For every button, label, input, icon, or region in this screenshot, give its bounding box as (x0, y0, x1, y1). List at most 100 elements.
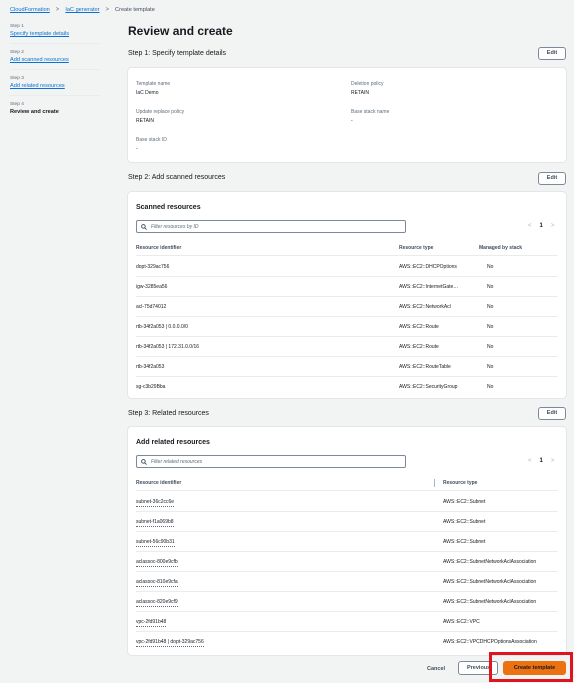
column-header-resource-type[interactable]: Resource type (443, 480, 477, 486)
base-stack-id-value: - (136, 146, 138, 152)
resource-identifier[interactable]: subnet-56c90b31 (136, 539, 175, 547)
table-row: rtb-34f2a053 | 172.31.0.0/16 AWS::EC2::R… (136, 337, 558, 357)
template-name-label: Template name (136, 81, 171, 87)
table-row: subnet-36c2cc6e AWS::EC2::Subnet (136, 492, 558, 512)
update-replace-policy-value: RETAIN (136, 118, 154, 124)
scanned-resources-panel: Scanned resources Filter resources by ID… (128, 192, 566, 398)
chevron-left-icon[interactable]: < (528, 458, 532, 464)
step2-heading: Step 2: Add scanned resources (128, 174, 226, 181)
resource-type: AWS::EC2::RouteTable (399, 364, 451, 370)
resource-identifier: igw-3285ea56 (136, 284, 168, 290)
table-row: aclassoc-800e9cfb AWS::EC2::SubnetNetwor… (136, 552, 558, 572)
table-row: vpc-2fd91b48 | dopt-329ac756 AWS::EC2::V… (136, 632, 558, 652)
wizard-step-2: Step 2 Add scanned resources (10, 50, 100, 63)
resource-identifier[interactable]: aclassoc-810e9cfa (136, 579, 178, 587)
scanned-resources-title: Scanned resources (136, 204, 201, 211)
managed-by-stack: No (487, 324, 494, 330)
resource-type: AWS::EC2::NetworkAcl (399, 304, 451, 310)
resource-type: AWS::EC2::Route (399, 344, 439, 350)
resource-identifier[interactable]: subnet-36c2cc6e (136, 499, 175, 507)
breadcrumb: CloudFormation > IaC generator > Create … (10, 6, 155, 14)
resource-identifier: rtb-34f2a053 | 0.0.0.0/0 (136, 324, 188, 330)
resource-identifier[interactable]: vpc-2fd91b48 (136, 619, 167, 627)
managed-by-stack: No (487, 264, 494, 270)
table-row: subnet-56c90b31 AWS::EC2::Subnet (136, 532, 558, 552)
table-row: aclassoc-820e9cf9 AWS::EC2::SubnetNetwor… (136, 592, 558, 612)
deletion-policy-label: Deletion policy (351, 81, 384, 87)
breadcrumb-current: Create template (115, 7, 155, 13)
wizard-step-4: Step 4 Review and create (10, 102, 100, 115)
managed-by-stack: No (487, 344, 494, 350)
base-stack-name-value: - (351, 118, 353, 124)
step-link-add-scanned[interactable]: Add scanned resources (10, 57, 69, 63)
resource-type: AWS::EC2::VPC (443, 619, 480, 625)
resource-type: AWS::EC2::VPCDHCPOptionsAssociation (443, 639, 537, 645)
managed-by-stack: No (487, 384, 494, 390)
search-icon (141, 223, 147, 230)
deletion-policy-value: RETAIN (351, 90, 369, 96)
table-row: rtb-34f2a053 | 0.0.0.0/0 AWS::EC2::Route… (136, 317, 558, 337)
chevron-right-icon[interactable]: > (551, 223, 555, 229)
chevron-right-icon: > (55, 7, 60, 13)
resource-identifier: dopt-329ac756 (136, 264, 170, 270)
resource-identifier[interactable]: aclassoc-820e9cf9 (136, 599, 178, 607)
chevron-left-icon[interactable]: < (528, 223, 532, 229)
step3-edit-button[interactable]: Edit (538, 407, 566, 420)
managed-by-stack: No (487, 284, 494, 290)
page-number[interactable]: 1 (540, 223, 543, 229)
table-header: Resource identifier Resource type (136, 475, 558, 491)
scanned-resources-filter-input[interactable]: Filter resources by ID (136, 220, 406, 233)
resource-type: AWS::EC2::SubnetNetworkAclAssociation (443, 559, 537, 565)
related-resources-filter-input[interactable]: Filter related resources (136, 455, 406, 468)
table-row: aclassoc-810e9cfa AWS::EC2::SubnetNetwor… (136, 572, 558, 592)
divider (10, 95, 100, 96)
step1-heading: Step 1: Specify template details (128, 50, 227, 57)
related-resources-title: Add related resources (136, 439, 210, 446)
related-resources-panel: Add related resources Filter related res… (128, 427, 566, 655)
step-link-specify-template[interactable]: Specify template details (10, 31, 69, 37)
resource-identifier: acl-75d74012 (136, 304, 167, 310)
page-number[interactable]: 1 (540, 458, 543, 464)
divider (10, 69, 100, 70)
resource-type: AWS::EC2::Subnet (443, 499, 486, 505)
column-header-managed-by-stack[interactable]: Managed by stack (479, 245, 522, 251)
step-link-add-related[interactable]: Add related resources (10, 83, 65, 89)
filter-placeholder: Filter resources by ID (151, 223, 199, 230)
column-header-resource-identifier[interactable]: Resource identifier (136, 245, 181, 251)
cancel-button[interactable]: Cancel (427, 666, 445, 672)
breadcrumb-cloudformation[interactable]: CloudFormation (10, 7, 50, 13)
step-number: Step 2 (10, 50, 24, 55)
step1-edit-button[interactable]: Edit (538, 47, 566, 60)
update-replace-policy-label: Update replace policy (136, 109, 185, 115)
base-stack-name-label: Base stack name (351, 109, 390, 115)
step3-heading: Step 3: Related resources (128, 410, 209, 417)
managed-by-stack: No (487, 364, 494, 370)
chevron-right-icon: > (105, 7, 110, 13)
table-row: dopt-329ac756 AWS::EC2::DHCPOptions No (136, 257, 558, 277)
resource-type: AWS::EC2::InternetGate… (399, 284, 459, 290)
step2-edit-button[interactable]: Edit (538, 172, 566, 185)
resource-identifier: rtb-34f2a053 | 172.31.0.0/16 (136, 344, 200, 350)
base-stack-id-label: Base stack ID (136, 137, 167, 143)
resource-type: AWS::EC2::SubnetNetworkAclAssociation (443, 599, 537, 605)
column-header-resource-type[interactable]: Resource type (399, 245, 433, 251)
chevron-right-icon[interactable]: > (551, 458, 555, 464)
resource-identifier[interactable]: aclassoc-800e9cfb (136, 559, 178, 567)
resource-identifier: sg-c3b29Bba (136, 384, 166, 390)
filter-placeholder: Filter related resources (151, 458, 203, 465)
resource-type: AWS::EC2::Subnet (443, 539, 486, 545)
search-icon (141, 458, 147, 465)
table-row: sg-c3b29Bba AWS::EC2::SecurityGroup No (136, 377, 558, 397)
column-divider[interactable] (434, 479, 435, 487)
breadcrumb-iac-generator[interactable]: IaC generator (65, 7, 99, 13)
template-details-panel: Template name IaC Demo Deletion policy R… (128, 68, 566, 162)
wizard-step-1: Step 1 Specify template details (10, 24, 100, 37)
column-header-resource-identifier[interactable]: Resource identifier (136, 480, 181, 486)
resource-identifier[interactable]: vpc-2fd91b48 | dopt-329ac756 (136, 639, 204, 647)
resource-identifier: rtb-34f2a053 (136, 364, 165, 370)
table-header: Resource identifier Resource type Manage… (136, 240, 558, 256)
resource-type: AWS::EC2::Route (399, 324, 439, 330)
step-number: Step 4 (10, 102, 24, 107)
resource-identifier[interactable]: subnet-f1a069b8 (136, 519, 174, 527)
divider (10, 43, 100, 44)
